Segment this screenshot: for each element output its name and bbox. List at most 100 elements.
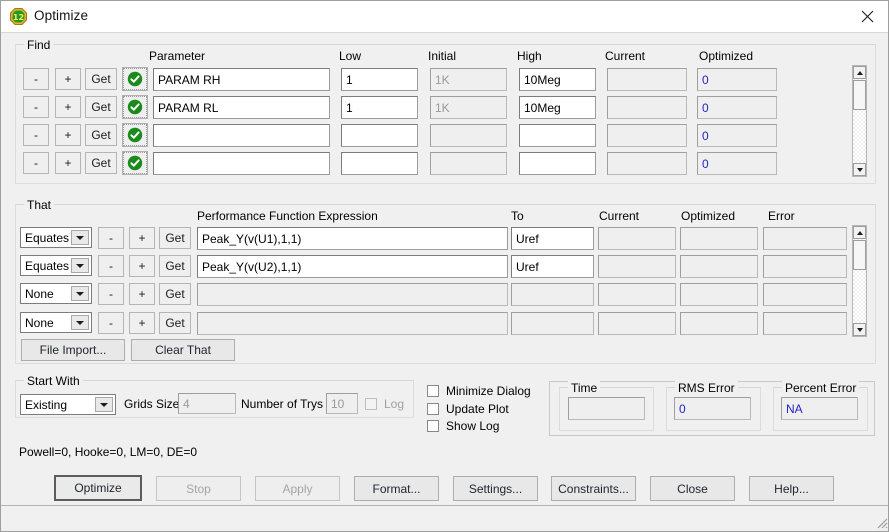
optimize-dialog: 12 Optimize Find Parameter Low Initial H… — [0, 0, 889, 532]
scroll-down-icon[interactable] — [853, 163, 866, 176]
that-row-get-button[interactable]: Get — [159, 312, 191, 334]
that-header-to: To — [511, 209, 524, 223]
find-initial-field — [430, 152, 507, 175]
that-mode-value: Equates — [25, 258, 70, 273]
time-field — [568, 397, 645, 420]
find-high-field[interactable] — [519, 152, 596, 175]
file-import-button[interactable]: File Import... — [21, 339, 125, 361]
find-row-get-button[interactable]: Get — [85, 68, 117, 90]
find-parameter-field[interactable]: PARAM RL — [153, 96, 330, 119]
that-current-field — [598, 312, 676, 335]
close-icon[interactable] — [844, 1, 888, 31]
find-optimized-field: 0 — [697, 124, 777, 147]
find-row-minus-button[interactable]: - — [23, 124, 49, 146]
scroll-up-icon[interactable] — [853, 66, 866, 79]
minimize-dialog-checkbox[interactable]: Minimize Dialog — [427, 384, 531, 398]
that-row-minus-button[interactable]: - — [98, 283, 124, 305]
find-scrollbar[interactable] — [852, 65, 867, 177]
find-row-enable-toggle[interactable] — [122, 95, 148, 119]
chevron-down-icon[interactable] — [95, 397, 113, 412]
find-row-get-button[interactable]: Get — [85, 152, 117, 174]
optimize-button[interactable]: Optimize — [54, 475, 142, 501]
that-row-plus-button[interactable]: + — [129, 227, 155, 249]
that-expression-field[interactable] — [197, 283, 508, 306]
find-parameter-field[interactable] — [153, 124, 330, 147]
that-to-field[interactable] — [511, 312, 594, 335]
find-low-field[interactable] — [341, 152, 418, 175]
that-row-minus-button[interactable]: - — [98, 255, 124, 277]
that-scrollbar[interactable] — [852, 225, 867, 337]
find-optimized-field: 0 — [697, 96, 777, 119]
format-button[interactable]: Format... — [354, 476, 439, 501]
that-mode-select[interactable]: Equates — [20, 255, 92, 276]
that-expression-field[interactable]: Peak_Y(v(U1),1,1) — [197, 227, 508, 250]
start-with-mode-select[interactable]: Existing — [20, 394, 116, 415]
status-bar — [1, 505, 888, 531]
find-low-field[interactable]: 1 — [341, 68, 418, 91]
that-row-plus-button[interactable]: + — [129, 283, 155, 305]
that-row-get-button[interactable]: Get — [159, 227, 191, 249]
find-header-high: High — [517, 49, 542, 63]
rms-error-field: 0 — [674, 397, 751, 420]
find-high-field[interactable] — [519, 124, 596, 147]
that-to-field[interactable]: Uref — [511, 227, 594, 250]
find-high-field[interactable]: 10Meg — [519, 96, 596, 119]
find-row-plus-button[interactable]: + — [55, 124, 81, 146]
that-row-plus-button[interactable]: + — [129, 312, 155, 334]
that-to-field[interactable]: Uref — [511, 255, 594, 278]
scroll-down-icon[interactable] — [853, 323, 866, 336]
find-header-optimized: Optimized — [699, 49, 754, 63]
that-mode-select[interactable]: None — [20, 283, 92, 304]
minimize-dialog-label: Minimize Dialog — [446, 384, 531, 398]
that-current-field — [598, 283, 676, 306]
find-low-field[interactable]: 1 — [341, 96, 418, 119]
chevron-down-icon[interactable] — [71, 286, 89, 301]
log-checkbox[interactable]: Log — [365, 397, 404, 411]
find-low-field[interactable] — [341, 124, 418, 147]
find-parameter-field[interactable] — [153, 152, 330, 175]
that-expression-field[interactable]: Peak_Y(v(U2),1,1) — [197, 255, 508, 278]
chevron-down-icon[interactable] — [71, 258, 89, 273]
find-row-minus-button[interactable]: - — [23, 96, 49, 118]
find-parameter-field[interactable]: PARAM RH — [153, 68, 330, 91]
find-row-plus-button[interactable]: + — [55, 152, 81, 174]
show-log-checkbox[interactable]: Show Log — [427, 419, 499, 433]
find-row-enable-toggle[interactable] — [122, 151, 148, 175]
chevron-down-icon[interactable] — [71, 230, 89, 245]
constraints-button[interactable]: Constraints... — [551, 476, 636, 501]
find-row-minus-button[interactable]: - — [23, 68, 49, 90]
that-mode-select[interactable]: None — [20, 312, 92, 333]
that-row-minus-button[interactable]: - — [98, 312, 124, 334]
settings-button[interactable]: Settings... — [453, 476, 538, 501]
that-row-get-button[interactable]: Get — [159, 255, 191, 277]
resize-grip-icon[interactable] — [874, 515, 888, 529]
find-header-current: Current — [605, 49, 646, 63]
find-row-enable-toggle[interactable] — [122, 123, 148, 147]
that-scrollbar-thumb[interactable] — [853, 240, 866, 270]
help-button[interactable]: Help... — [749, 476, 834, 501]
chevron-down-icon[interactable] — [71, 315, 89, 330]
find-row-get-button[interactable]: Get — [85, 96, 117, 118]
that-row-minus-button[interactable]: - — [98, 227, 124, 249]
find-row-plus-button[interactable]: + — [55, 68, 81, 90]
scroll-up-icon[interactable] — [853, 226, 866, 239]
find-row-get-button[interactable]: Get — [85, 124, 117, 146]
clear-that-button[interactable]: Clear That — [131, 339, 235, 361]
find-row-enable-toggle[interactable] — [122, 67, 148, 91]
that-mode-select[interactable]: Equates — [20, 227, 92, 248]
that-to-field[interactable] — [511, 283, 594, 306]
that-row-plus-button[interactable]: + — [129, 255, 155, 277]
that-header-expression: Performance Function Expression — [197, 209, 378, 223]
that-row-get-button[interactable]: Get — [159, 283, 191, 305]
find-high-field[interactable]: 10Meg — [519, 68, 596, 91]
find-row-minus-button[interactable]: - — [23, 152, 49, 174]
that-header-optimized: Optimized — [681, 209, 736, 223]
that-expression-field[interactable] — [197, 312, 508, 335]
find-current-field — [607, 152, 687, 175]
find-scrollbar-thumb[interactable] — [853, 80, 866, 110]
close-button[interactable]: Close — [650, 476, 735, 501]
that-header-error: Error — [768, 209, 795, 223]
update-plot-checkbox[interactable]: Update Plot — [427, 402, 509, 416]
check-circle-icon — [123, 68, 147, 90]
find-row-plus-button[interactable]: + — [55, 96, 81, 118]
